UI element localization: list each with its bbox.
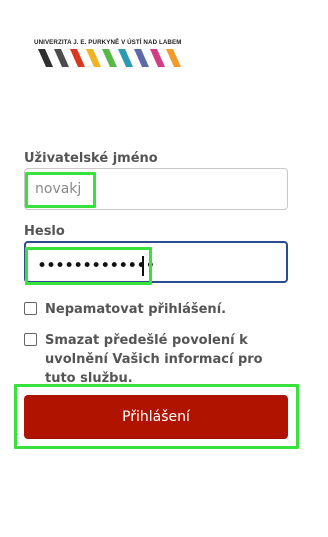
logo-stripe [118,49,133,67]
username-label: Uživatelské jméno [24,151,158,166]
logo-stripe [38,49,53,67]
logo-stripe [70,49,85,67]
username-value: novakj [35,181,82,197]
clear-consent-row[interactable]: Smazat předešlé povolení k uvolnění Vaši… [24,331,294,388]
password-value: ••••••••••••• [37,256,155,276]
logo-stripe [134,49,149,67]
remember-checkbox[interactable] [24,302,37,315]
clear-consent-checkbox[interactable] [24,333,37,346]
logo-stripes [38,49,181,67]
logo-stripe [86,49,101,67]
university-logo: UNIVERZITA J. E. PURKYNĚ V ÚSTÍ NAD LABE… [34,39,194,73]
logo-stripe [150,49,165,67]
logo-stripe [166,49,181,67]
text-caret [142,256,144,276]
logo-stripe [54,49,69,67]
password-label: Heslo [24,224,65,239]
logo-stripe [102,49,117,67]
clear-consent-label[interactable]: Smazat předešlé povolení k uvolnění Vaši… [45,331,294,388]
logo-text: UNIVERZITA J. E. PURKYNĚ V ÚSTÍ NAD LABE… [34,39,182,46]
login-button[interactable]: Přihlášení [24,395,288,439]
remember-row[interactable]: Nepamatovat přihlášení. [24,300,294,319]
remember-label[interactable]: Nepamatovat přihlášení. [45,300,226,319]
